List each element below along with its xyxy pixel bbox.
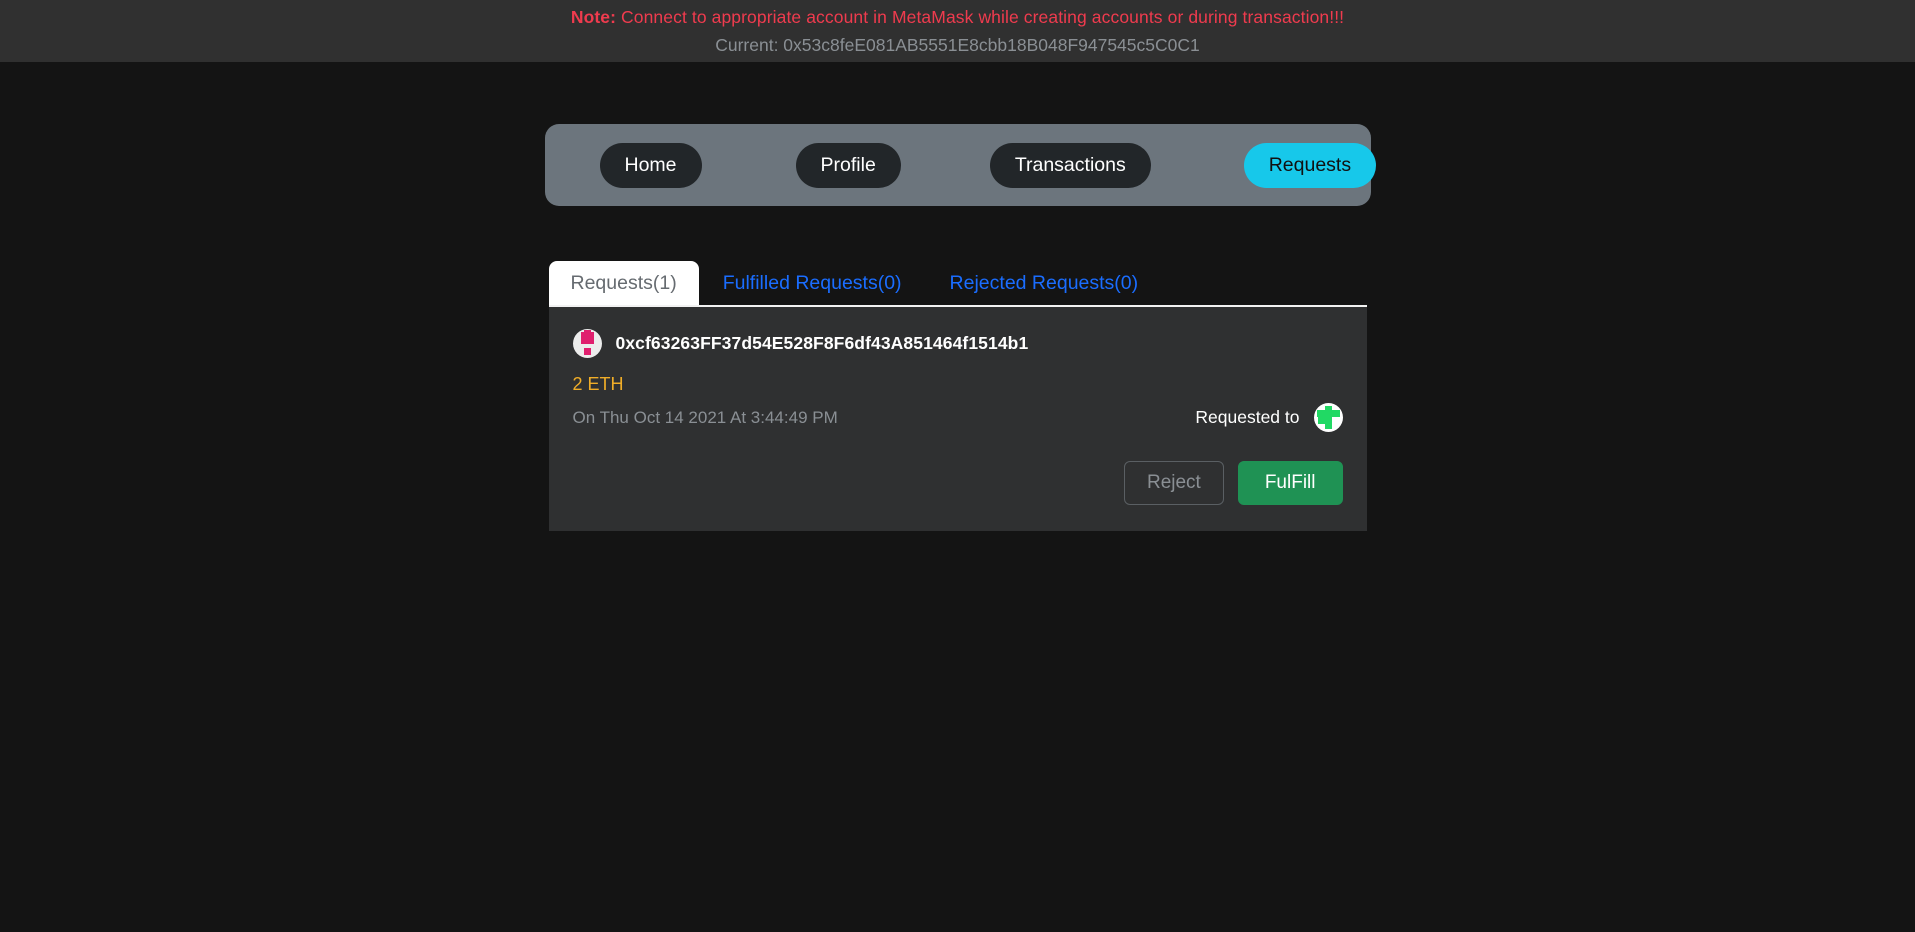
tab-rejected-requests[interactable]: Rejected Requests(0) [926, 261, 1163, 305]
nav-item-requests[interactable]: Requests [1243, 142, 1377, 188]
sender-identicon-avatar [572, 329, 602, 358]
request-card: 0xcf63263FF37d54E528F8F6df43A851464f1514… [548, 307, 1367, 531]
nav-item-transactions[interactable]: Transactions [989, 142, 1151, 188]
notice-label: Note: [570, 7, 617, 27]
request-header: 0xcf63263FF37d54E528F8F6df43A851464f1514… [572, 329, 1343, 358]
notice-message: Connect to appropriate account in MetaMa… [621, 7, 1345, 27]
main-navbar: Home Profile Transactions Requests [544, 124, 1377, 206]
requested-to-label: Requested to [1195, 407, 1300, 427]
identicon-shape-bottom [583, 348, 591, 355]
requested-to-group: Requested to [1195, 403, 1343, 432]
notice-text-line: Note: Connect to appropriate account in … [0, 3, 1915, 31]
recipient-identicon-avatar [1313, 403, 1343, 432]
request-date: On Thu Oct 14 2021 At 3:44:49 PM [572, 407, 838, 427]
navbar-wrapper: Home Profile Transactions Requests [0, 62, 1915, 206]
requests-panel: Requests(1) Fulfilled Requests(0) Reject… [548, 261, 1367, 531]
request-amount: 2 ETH [572, 374, 624, 394]
fulfill-button[interactable]: FulFill [1237, 461, 1343, 505]
request-meta-row: On Thu Oct 14 2021 At 3:44:49 PM Request… [573, 403, 1343, 432]
page-body: Home Profile Transactions Requests Reque… [0, 62, 1915, 932]
request-from-address: 0xcf63263FF37d54E528F8F6df43A851464f1514… [615, 333, 1029, 353]
tab-requests[interactable]: Requests(1) [548, 261, 699, 305]
nav-item-home[interactable]: Home [599, 142, 702, 188]
requests-tab-bar: Requests(1) Fulfilled Requests(0) Reject… [548, 261, 1367, 307]
identicon-green-shape-square [1317, 417, 1325, 424]
notice-banner: Note: Connect to appropriate account in … [0, 0, 1915, 62]
nav-item-profile[interactable]: Profile [795, 142, 901, 188]
request-actions: Reject FulFill [573, 461, 1343, 505]
current-account-text: Current: 0x53c8feE081AB5551E8cbb18B048F9… [715, 35, 1200, 55]
identicon-green-shape-vertical [1324, 406, 1332, 429]
identicon-shape-body [580, 332, 594, 344]
tab-fulfilled-requests[interactable]: Fulfilled Requests(0) [699, 261, 926, 305]
reject-button[interactable]: Reject [1123, 461, 1224, 505]
content-wrapper: Requests(1) Fulfilled Requests(0) Reject… [0, 206, 1915, 531]
